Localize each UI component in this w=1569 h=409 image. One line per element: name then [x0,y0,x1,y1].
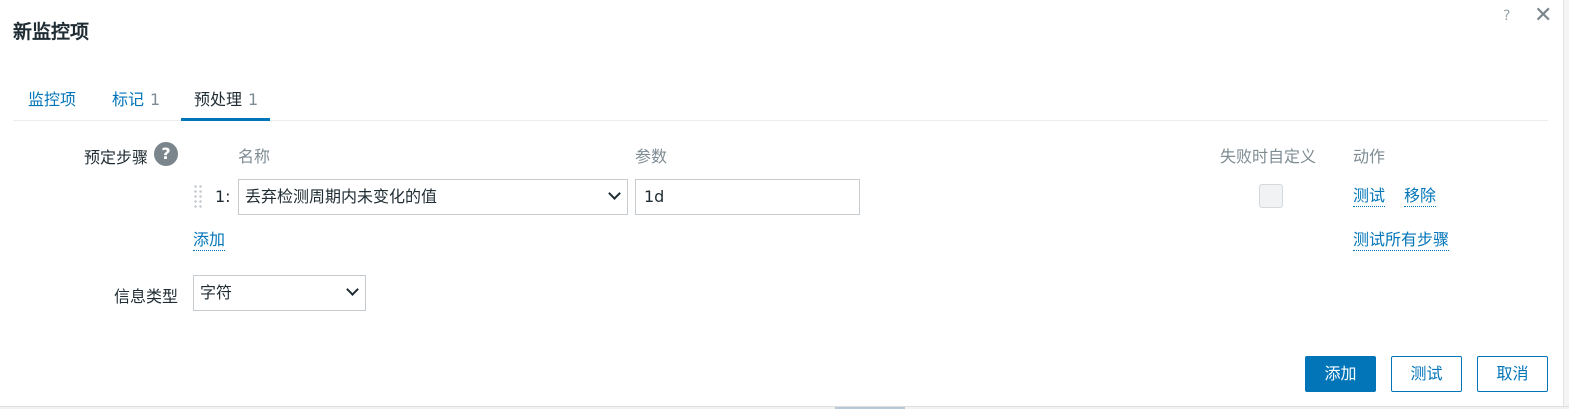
tab-preprocessing[interactable]: 预处理 1 [180,86,271,121]
column-name-header: 名称 [238,147,271,166]
tab-tags-label: 标记 [112,90,145,109]
step-number: 1: [215,187,231,206]
chevron-down-icon [608,187,621,200]
step-param-input[interactable]: 1d [635,179,860,215]
drag-handle-icon[interactable] [193,184,203,210]
step-type-select[interactable]: 丢弃检测周期内未变化的值 [238,179,628,215]
tab-preprocessing-label: 预处理 [194,90,243,109]
info-type-select[interactable]: 字符 [193,275,366,311]
tab-tags[interactable]: 标记 1 [112,86,160,120]
test-all-steps-link[interactable]: 测试所有步骤 [1353,230,1450,251]
preprocessing-steps-label: 预定步骤 [83,148,148,167]
new-item-dialog: 新监控项 ? ✕ 监控项 标记 1 预处理 1 预定步骤 ? 名称 参数 失败时自定… [0,0,1569,409]
custom-on-fail-checkbox[interactable] [1259,184,1283,208]
step-type-value: 丢弃检测周期内未变化的值 [245,187,438,206]
tab-item-label: 监控项 [28,90,77,109]
info-type-label: 信息类型 [113,287,178,306]
test-button[interactable]: 测试 [1391,356,1462,392]
scrollbar[interactable] [1563,0,1569,409]
step-remove-link[interactable]: 移除 [1404,186,1437,207]
cancel-button[interactable]: 取消 [1477,356,1548,392]
close-icon[interactable]: ✕ [1534,4,1552,28]
step-test-link[interactable]: 测试 [1353,186,1386,207]
tab-preprocessing-count: 1 [248,90,259,109]
column-custom-on-fail-header: 失败时自定义 [1220,147,1317,166]
chevron-down-icon [346,283,359,296]
column-actions-header: 动作 [1353,147,1386,166]
question-icon[interactable]: ? [154,142,178,166]
tab-item[interactable]: 监控项 [28,86,76,120]
help-icon[interactable]: ? [1503,8,1510,24]
column-params-header: 参数 [635,147,668,166]
info-type-value: 字符 [200,283,233,302]
tab-bar: 监控项 标记 1 预处理 1 [13,78,1548,121]
add-step-link[interactable]: 添加 [193,230,226,251]
add-button[interactable]: 添加 [1305,356,1376,392]
dialog-title: 新监控项 [13,21,90,43]
tab-tags-count: 1 [150,90,161,109]
